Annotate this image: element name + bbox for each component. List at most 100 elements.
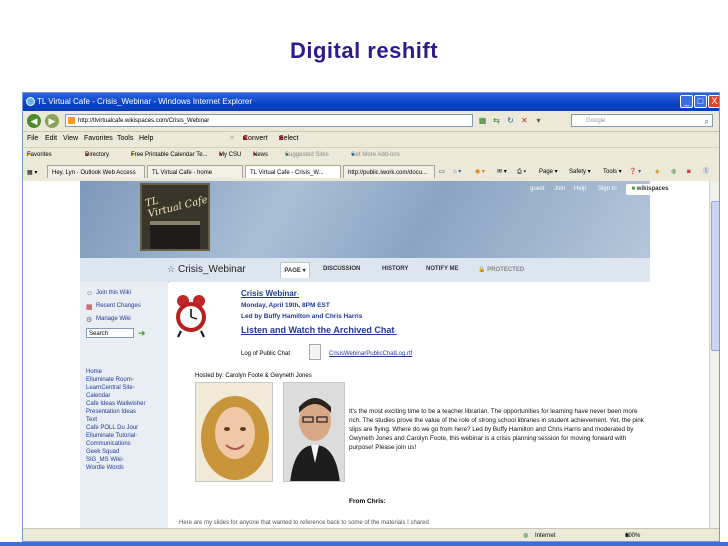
nav-wordle[interactable]: Wordle Words bbox=[86, 464, 145, 472]
nav-poll[interactable]: Cafe POLL Du Jour bbox=[86, 424, 145, 432]
chat-log-file-link[interactable]: CrisisWebinarPublicChatLog.rtf bbox=[329, 351, 412, 357]
stop-icon[interactable]: ✕ bbox=[519, 115, 530, 126]
nav-presentation-ideas[interactable]: Presentation Ideas bbox=[86, 408, 145, 416]
webinar-date: Monday, April 19th, 8PM EST bbox=[241, 302, 330, 309]
home-icon[interactable]: ⌂ ▾ bbox=[453, 165, 461, 180]
close-button[interactable]: X bbox=[708, 95, 719, 108]
rss-icon[interactable]: ◉ ▾ bbox=[475, 165, 485, 180]
address-input[interactable]: http://tlvirtualcafe.wikispaces.com/Cris… bbox=[65, 114, 473, 127]
addon-icon[interactable]: ◈ bbox=[655, 165, 660, 180]
fav-addons[interactable]: ● Get More Add-ons ▾ bbox=[351, 148, 400, 162]
scrollbar-thumb[interactable] bbox=[711, 201, 719, 351]
fav-suggested[interactable]: ● Suggested Sites ▾ bbox=[285, 148, 329, 162]
menu-view[interactable]: View bbox=[63, 132, 78, 146]
slides-note: Here are my slides for anyone that wante… bbox=[179, 520, 429, 526]
webinar-heading-link[interactable]: Crisis Webinar▫ bbox=[241, 289, 299, 298]
slide-title: Digital reshift bbox=[289, 38, 439, 63]
nav-label: Elluminate Tutorial bbox=[86, 433, 136, 439]
nav-geek-squad[interactable]: Geek Squad bbox=[86, 448, 145, 456]
browser-window: TL Virtual Cafe - Crisis_Webinar - Windo… bbox=[22, 92, 720, 542]
fav-directory-label: Directory bbox=[85, 152, 110, 158]
manage-wiki-link[interactable]: Manage Wiki bbox=[96, 316, 131, 322]
search-icon[interactable]: ⌕ bbox=[705, 115, 709, 128]
zone-label: Internet bbox=[535, 533, 556, 539]
skype-icon[interactable]: Ⓢ bbox=[703, 165, 709, 180]
public-chat-log-label: Log of Public Chat bbox=[241, 351, 291, 357]
compat-icon[interactable]: ▦ bbox=[477, 115, 488, 126]
nav-label: LearnCentral Site bbox=[86, 385, 133, 391]
archived-chat-label: Listen and Watch the Archived Chat bbox=[241, 325, 395, 335]
tab-crisis-webinar[interactable]: TL Virtual Cafe - Crisis_W... bbox=[245, 165, 341, 178]
new-tab-button[interactable]: ▭ bbox=[439, 165, 445, 180]
external-icon: ▫ bbox=[394, 329, 397, 335]
tools-menu[interactable]: Tools ▾ bbox=[603, 165, 622, 180]
research-icon[interactable]: ◍ bbox=[671, 165, 676, 180]
safety-menu[interactable]: Safety ▾ bbox=[569, 165, 591, 180]
logo-text: TL Virtual Cafe bbox=[144, 194, 209, 221]
nav-learncentral[interactable]: LearnCentral Site▫ bbox=[86, 384, 145, 392]
back-button[interactable]: ◀ bbox=[27, 114, 41, 128]
wiki-search-value: Search bbox=[89, 331, 109, 337]
wiki-sidebar: ☺ Join this Wiki ▦ Recent Changes ⚙ Mana… bbox=[80, 282, 168, 528]
join-link[interactable]: Join bbox=[554, 186, 565, 192]
menu-file[interactable]: File bbox=[27, 132, 38, 146]
recent-changes-link[interactable]: Recent Changes bbox=[96, 303, 141, 309]
maximize-button[interactable]: □ bbox=[694, 95, 707, 108]
external-icon: ▫ bbox=[296, 292, 300, 298]
manage-icon: ⚙ bbox=[86, 317, 93, 324]
help-link[interactable]: Help bbox=[574, 186, 586, 192]
cafe-logo: TL Virtual Cafe bbox=[140, 183, 210, 251]
nav-wallwisher[interactable]: Cafe Ideas Wallwisher bbox=[86, 400, 145, 408]
wikispaces-badge[interactable]: ■ wikispaces bbox=[626, 184, 674, 195]
wiki-search-input[interactable]: Search bbox=[86, 328, 134, 338]
vertical-scrollbar[interactable] bbox=[709, 181, 719, 528]
signin-link[interactable]: Sign In bbox=[598, 186, 617, 192]
from-chris-label: From Chris: bbox=[349, 498, 386, 505]
search-input[interactable]: Google ⌕ bbox=[571, 114, 713, 127]
star-icon[interactable]: ☆ bbox=[167, 264, 175, 275]
nav-elluminate-tutorial[interactable]: Elluminate Tutorial▫ bbox=[86, 432, 145, 440]
help-icon[interactable]: ❓ ▾ bbox=[629, 165, 641, 180]
menu-edit[interactable]: Edit bbox=[45, 132, 57, 146]
go-icon[interactable]: ⇆ bbox=[491, 115, 502, 126]
globe-icon: ◍ bbox=[523, 533, 529, 539]
nav-sig-ms[interactable]: SIG_MS Wiki▫ bbox=[86, 456, 145, 464]
refresh-icon[interactable]: ↻ bbox=[505, 115, 516, 126]
nav-elluminate-room[interactable]: Elluminate Room▫ bbox=[86, 376, 145, 384]
tab-outlook[interactable]: Hey, Lyn - Outlook Web Access bbox=[47, 165, 145, 178]
hosted-by: Hosted by: Carolyn Foote & Gwyneth Jones bbox=[195, 373, 312, 379]
addon2-icon[interactable]: ◙ bbox=[687, 165, 691, 180]
webinar-heading-label: Crisis Webinar bbox=[241, 289, 297, 298]
typewriter-image bbox=[150, 221, 200, 249]
zoom-control[interactable]: ⊕ 100% ▾ bbox=[625, 529, 640, 541]
menu-tools[interactable]: Tools bbox=[117, 132, 133, 146]
external-icon: ▫ bbox=[121, 457, 124, 463]
ie-icon bbox=[26, 97, 35, 106]
portrait-image bbox=[284, 383, 344, 481]
menu-favorites[interactable]: Favorites bbox=[84, 132, 113, 146]
forward-button[interactable]: ▶ bbox=[45, 114, 59, 128]
nav-text[interactable]: Text bbox=[86, 416, 145, 424]
archived-chat-link[interactable]: Listen and Watch the Archived Chat▫ bbox=[241, 325, 397, 335]
site-favicon bbox=[68, 117, 75, 124]
tab-page[interactable]: PAGE ▾ bbox=[280, 262, 310, 278]
menu-help[interactable]: Help bbox=[139, 132, 153, 146]
external-icon: ▫ bbox=[135, 433, 138, 439]
tab-history[interactable]: HISTORY bbox=[382, 266, 408, 272]
nav-home[interactable]: Home bbox=[86, 368, 145, 376]
nav-communications[interactable]: Communications bbox=[86, 440, 145, 448]
quick-tabs-icon[interactable]: ▦ ▾ bbox=[27, 166, 37, 181]
tab-notify[interactable]: NOTIFY ME bbox=[426, 266, 459, 272]
page-menu[interactable]: Page ▾ bbox=[539, 165, 558, 180]
join-wiki-link[interactable]: Join this Wiki bbox=[96, 290, 131, 296]
print-icon[interactable]: ⎙ ▾ bbox=[517, 165, 526, 180]
menu-close-icon[interactable]: ✕ bbox=[229, 132, 235, 146]
tab-discussion[interactable]: DISCUSSION bbox=[323, 266, 360, 272]
search-go-icon[interactable]: ➜ bbox=[138, 328, 149, 338]
minimize-button[interactable]: _ bbox=[680, 95, 693, 108]
mail-icon[interactable]: ✉ ▾ bbox=[497, 165, 507, 180]
dropdown-icon[interactable]: ▾ bbox=[533, 115, 544, 126]
nav-calendar[interactable]: Calendar bbox=[86, 392, 145, 400]
tab-cafe-home[interactable]: TL Virtual Cafe - home bbox=[147, 165, 243, 178]
tab-iwork[interactable]: http://public.iwork.com/docu... bbox=[343, 165, 435, 178]
